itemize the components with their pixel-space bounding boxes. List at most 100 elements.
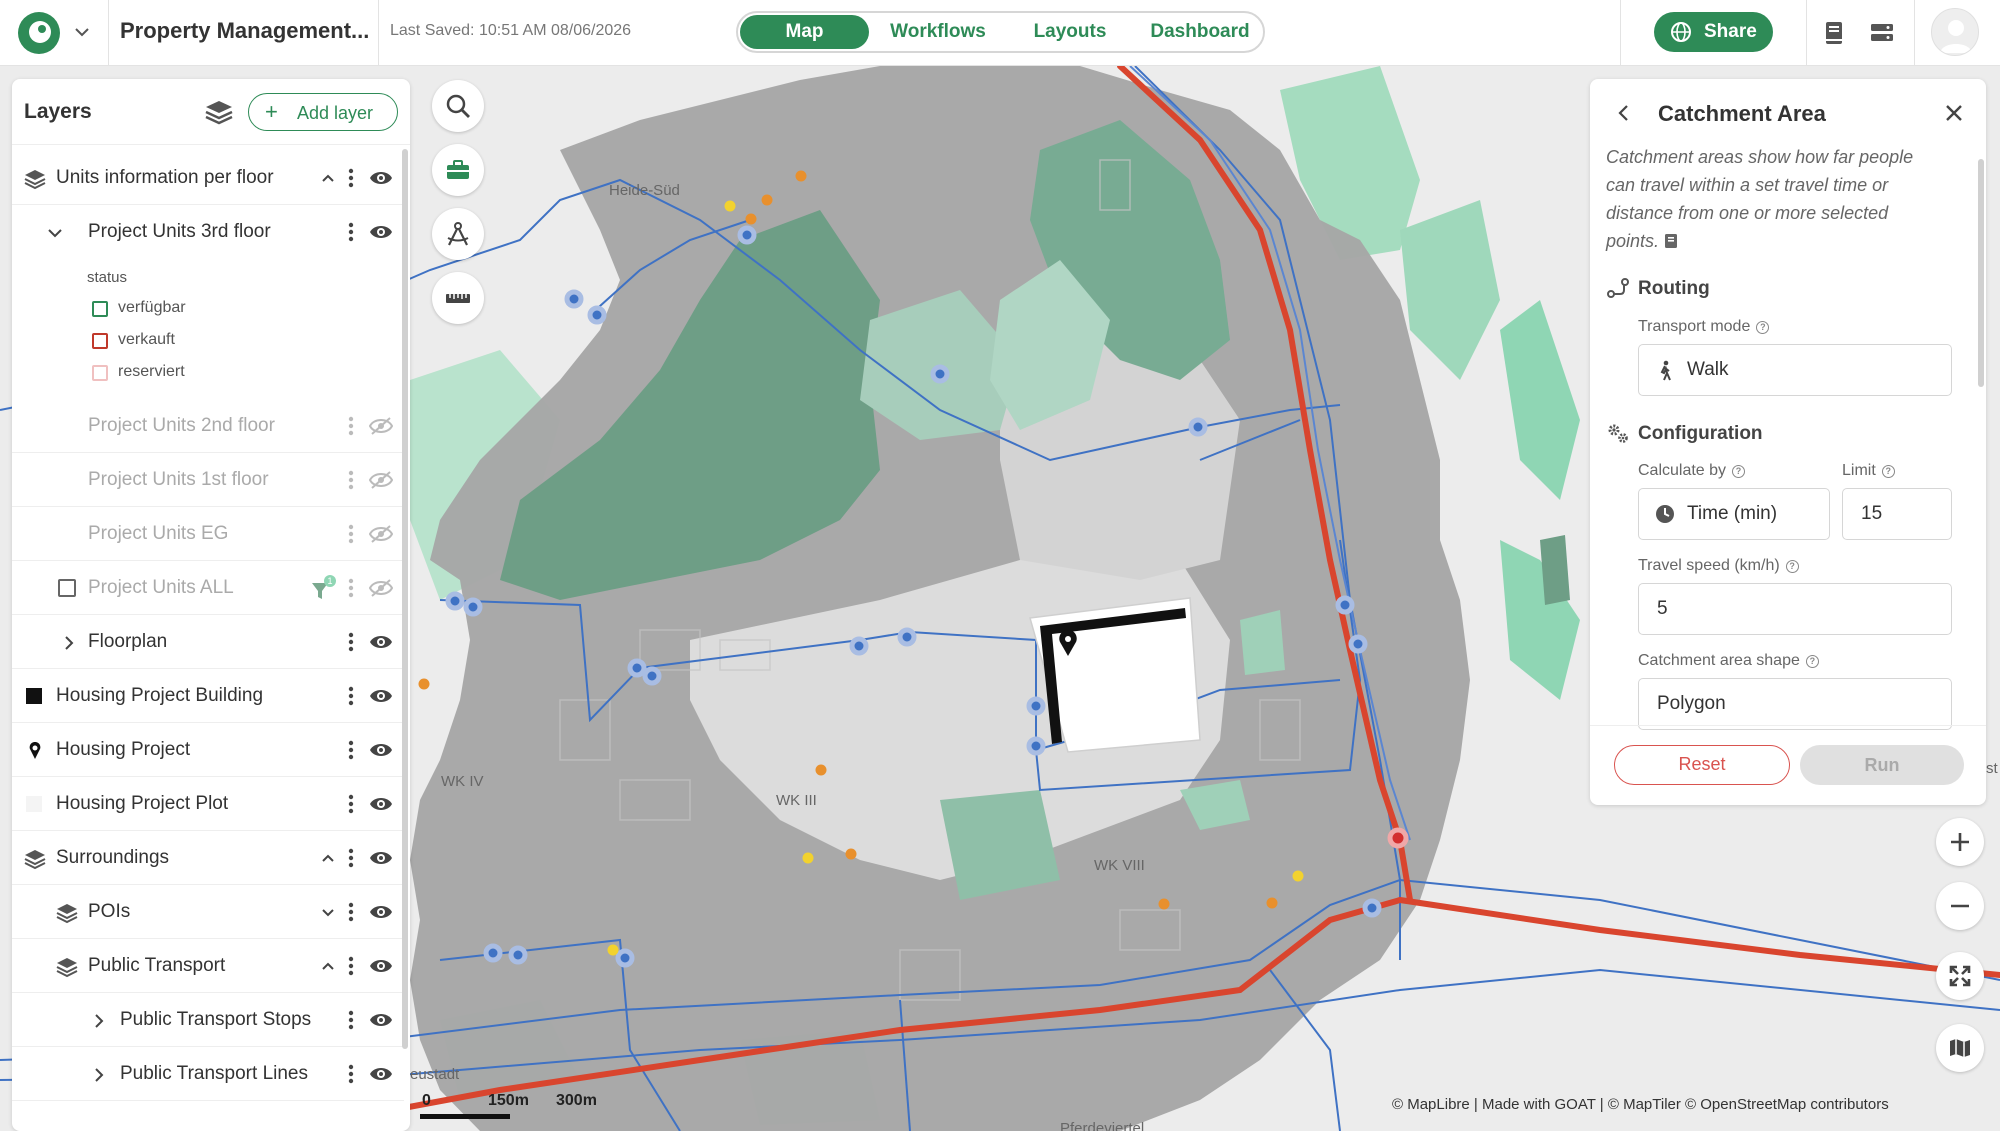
eye-icon[interactable] xyxy=(369,685,393,707)
more-options-icon[interactable] xyxy=(346,577,356,599)
eye-off-icon[interactable] xyxy=(369,415,393,437)
eye-icon[interactable] xyxy=(369,847,393,869)
filter-icon[interactable]: 1 xyxy=(310,575,338,603)
zoom-in-button[interactable] xyxy=(1936,818,1984,866)
eye-icon[interactable] xyxy=(369,901,393,923)
eye-icon[interactable] xyxy=(369,167,393,189)
eye-icon[interactable] xyxy=(369,739,393,761)
help-icon[interactable]: ? xyxy=(1785,560,1799,573)
avatar[interactable] xyxy=(1931,8,1979,56)
eye-icon[interactable] xyxy=(369,955,393,977)
help-icon[interactable]: ? xyxy=(1881,465,1895,478)
close-icon[interactable] xyxy=(1944,103,1964,123)
layer-group-public-transport[interactable]: Public Transport xyxy=(12,939,404,993)
layer-group-surroundings[interactable]: Surroundings xyxy=(12,831,404,885)
more-options-icon[interactable] xyxy=(346,469,356,491)
add-layer-button[interactable]: + Add layer xyxy=(248,93,398,131)
layer-project-units-eg[interactable]: Project Units EG xyxy=(12,507,404,561)
chevron-right-icon[interactable] xyxy=(88,1064,110,1086)
layer-public-transport-lines[interactable]: Public Transport Lines xyxy=(12,1047,404,1101)
help-icon[interactable]: ? xyxy=(1756,321,1770,334)
drawing-tool-button[interactable] xyxy=(432,208,484,260)
layer-project-units-3rd-floor[interactable]: Project Units 3rd floor xyxy=(12,205,404,259)
more-options-icon[interactable] xyxy=(346,415,356,437)
book-icon[interactable] xyxy=(1664,233,1678,249)
more-options-icon[interactable] xyxy=(346,685,356,707)
map-pin-icon xyxy=(29,742,41,759)
chevron-right-icon[interactable] xyxy=(58,632,80,654)
calculate-by-select[interactable]: Time (min) xyxy=(1638,488,1830,540)
tab-dashboard[interactable]: Dashboard xyxy=(1137,15,1263,49)
more-options-icon[interactable] xyxy=(346,1009,356,1031)
layer-group-units-information[interactable]: Units information per floor xyxy=(12,151,404,205)
reset-button[interactable]: Reset xyxy=(1614,745,1790,785)
eye-icon[interactable] xyxy=(369,221,393,243)
map-attribution[interactable]: © MapLibre | Made with GOAT | © MapTiler… xyxy=(1392,1096,1889,1113)
more-options-icon[interactable] xyxy=(346,1063,356,1085)
zoom-out-button[interactable] xyxy=(1936,882,1984,930)
layer-housing-project[interactable]: Housing Project xyxy=(12,723,404,777)
more-options-icon[interactable] xyxy=(346,901,356,923)
legend-swatch xyxy=(92,365,108,381)
eye-off-icon[interactable] xyxy=(369,577,393,599)
more-options-icon[interactable] xyxy=(346,631,356,653)
layer-project-units-2nd-floor[interactable]: Project Units 2nd floor xyxy=(12,399,404,453)
more-options-icon[interactable] xyxy=(346,847,356,869)
more-options-icon[interactable] xyxy=(346,523,356,545)
layer-public-transport-stops[interactable]: Public Transport Stops xyxy=(12,993,404,1047)
basemap-button[interactable] xyxy=(1936,1024,1984,1072)
layers-stack-icon[interactable] xyxy=(204,98,234,128)
project-title[interactable]: Property Management... xyxy=(120,18,369,44)
toolbox-button[interactable] xyxy=(432,144,484,196)
layer-group-pois[interactable]: POIs xyxy=(12,885,404,939)
more-options-icon[interactable] xyxy=(346,221,356,243)
eye-off-icon[interactable] xyxy=(369,523,393,545)
eye-off-icon[interactable] xyxy=(369,469,393,491)
chevron-up-icon[interactable] xyxy=(318,848,338,868)
chevron-up-icon[interactable] xyxy=(318,168,338,188)
database-icon[interactable] xyxy=(1868,19,1896,47)
back-arrow-icon[interactable] xyxy=(1614,103,1634,123)
tab-workflows[interactable]: Workflows xyxy=(874,15,1002,49)
limit-value: 15 xyxy=(1861,503,1883,524)
more-options-icon[interactable] xyxy=(346,955,356,977)
limit-input[interactable]: 15 xyxy=(1842,488,1952,540)
layer-project-units-1st-floor[interactable]: Project Units 1st floor xyxy=(12,453,404,507)
app-menu[interactable] xyxy=(18,12,98,54)
layer-housing-project-plot[interactable]: Housing Project Plot xyxy=(12,777,404,831)
catchment-shape-select[interactable]: Polygon xyxy=(1638,678,1952,730)
help-icon[interactable]: ? xyxy=(1805,655,1819,668)
layer-project-units-all[interactable]: Project Units ALL 1 xyxy=(12,561,404,615)
chevron-down-icon[interactable] xyxy=(70,20,94,44)
eye-icon[interactable] xyxy=(369,793,393,815)
transport-mode-select[interactable]: Walk xyxy=(1638,344,1952,396)
search-tool-button[interactable] xyxy=(432,80,484,132)
help-icon[interactable]: ? xyxy=(1732,465,1746,478)
chevron-down-icon[interactable] xyxy=(318,902,338,922)
run-button[interactable]: Run xyxy=(1800,745,1964,785)
chevron-up-icon[interactable] xyxy=(318,956,338,976)
book-icon[interactable] xyxy=(1820,19,1848,47)
fullscreen-button[interactable] xyxy=(1936,952,1984,1000)
chevron-down-icon[interactable] xyxy=(44,222,66,244)
view-switcher: Map Workflows Layouts Dashboard xyxy=(736,11,1265,53)
eye-icon[interactable] xyxy=(369,1063,393,1085)
tab-layouts[interactable]: Layouts xyxy=(1006,15,1134,49)
layer-housing-project-building[interactable]: Housing Project Building xyxy=(12,669,404,723)
layer-checkbox[interactable] xyxy=(58,579,76,597)
tab-map[interactable]: Map xyxy=(740,15,869,49)
more-options-icon[interactable] xyxy=(346,167,356,189)
more-options-icon[interactable] xyxy=(346,739,356,761)
travel-speed-input[interactable]: 5 xyxy=(1638,583,1952,635)
catchment-area-panel: Catchment Area Catchment areas show how … xyxy=(1590,79,1986,805)
share-button[interactable]: Share xyxy=(1654,12,1773,52)
layer-floorplan[interactable]: Floorplan xyxy=(12,615,404,669)
eye-icon[interactable] xyxy=(369,1009,393,1031)
goat-logo-icon[interactable] xyxy=(18,12,60,54)
catchment-scrollbar[interactable] xyxy=(1978,159,1984,387)
layers-scrollbar[interactable] xyxy=(402,149,408,1049)
more-options-icon[interactable] xyxy=(346,793,356,815)
chevron-right-icon[interactable] xyxy=(88,1010,110,1032)
measure-tool-button[interactable] xyxy=(432,272,484,324)
eye-icon[interactable] xyxy=(369,631,393,653)
